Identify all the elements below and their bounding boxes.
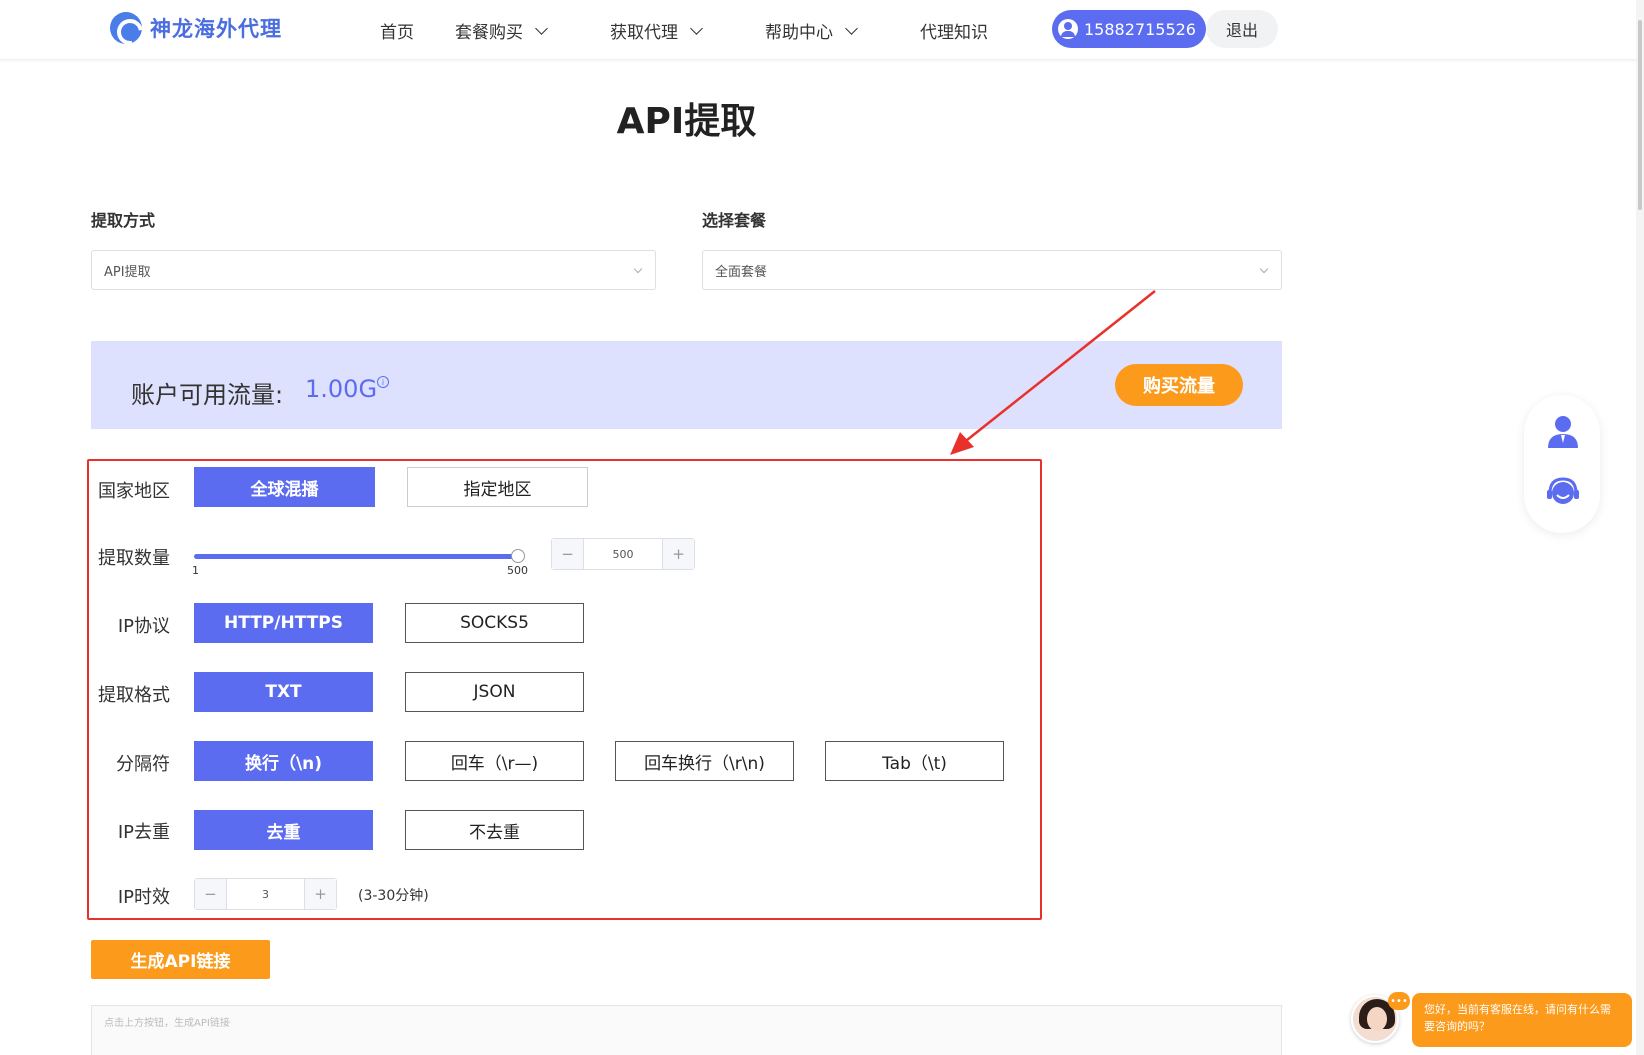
result-placeholder: 点击上方按钮，生成API链接 [104, 1018, 230, 1029]
chevron-down-icon [633, 264, 643, 274]
chevron-down-icon [1259, 264, 1269, 274]
info-circle-icon[interactable]: i [377, 376, 389, 388]
logout-button[interactable]: 退出 [1206, 10, 1278, 48]
annotation-highlight-frame [87, 459, 1042, 920]
scrollbar-thumb[interactable] [1638, 20, 1642, 210]
chevron-down-icon [845, 21, 858, 35]
user-account-button[interactable]: 15882715526 [1052, 10, 1206, 48]
package-select[interactable]: 全面套餐 [702, 250, 1282, 290]
chat-greeting-bubble[interactable]: 您好，当前有客服在线，请问有什么需要咨询的吗？ [1412, 993, 1632, 1047]
logo-swirl-icon [110, 12, 142, 44]
chevron-down-icon [535, 21, 548, 35]
nav-proxy-knowledge-label: 代理知识 [920, 23, 988, 43]
flow-banner: 账户可用流量: 1.00G i [91, 341, 1282, 429]
user-avatar-icon [1058, 19, 1078, 39]
chat-typing-dots-icon: ••• [1388, 992, 1410, 1010]
top-header: 神龙海外代理 首页 套餐购买 获取代理 帮助中心 代理知识 1588271552… [0, 0, 1644, 60]
api-link-result-box[interactable]: 点击上方按钮，生成API链接 [91, 1005, 1282, 1055]
extract-method-select[interactable]: API提取 [91, 250, 656, 290]
nav-get-proxy-label: 获取代理 [610, 23, 678, 43]
user-phone: 15882715526 [1084, 19, 1196, 39]
site-logo[interactable]: 神龙海外代理 [110, 12, 282, 44]
package-value: 全面套餐 [715, 264, 768, 280]
nav-home[interactable]: 首页 [380, 18, 414, 43]
nav-help-center-label: 帮助中心 [765, 23, 833, 43]
extract-method-label: 提取方式 [91, 211, 156, 230]
floating-service-panel [1524, 395, 1600, 533]
headset-support-icon[interactable] [1546, 475, 1580, 511]
flow-label: 账户可用流量: [131, 381, 284, 409]
flow-value: 1.00G [305, 375, 378, 403]
page-title: API提取 [616, 101, 757, 142]
nav-proxy-knowledge[interactable]: 代理知识 [920, 18, 988, 43]
user-service-icon[interactable] [1546, 413, 1580, 449]
logo-text: 神龙海外代理 [150, 17, 282, 41]
buy-traffic-button[interactable]: 购买流量 [1115, 364, 1243, 406]
nav-packages-label: 套餐购买 [455, 23, 523, 43]
extract-method-value: API提取 [104, 264, 151, 280]
arrow-head [950, 432, 974, 455]
generate-api-link-button[interactable]: 生成API链接 [91, 940, 270, 979]
package-label: 选择套餐 [702, 211, 767, 230]
nav-packages[interactable]: 套餐购买 [455, 18, 548, 43]
nav-get-proxy[interactable]: 获取代理 [610, 18, 703, 43]
nav-home-label: 首页 [380, 23, 414, 43]
nav-help-center[interactable]: 帮助中心 [765, 18, 858, 43]
chevron-down-icon [690, 21, 703, 35]
